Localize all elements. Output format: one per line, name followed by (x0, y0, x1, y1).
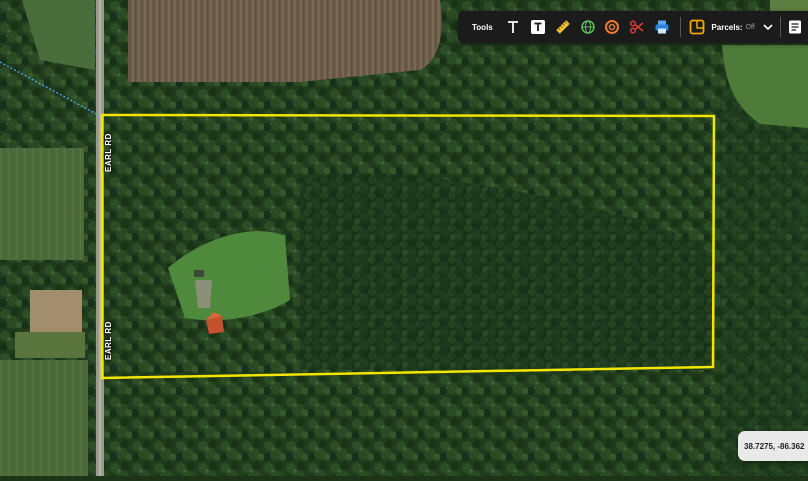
globe-tool-button[interactable] (576, 15, 600, 39)
toolbar-divider (680, 17, 681, 37)
coordinates-text: 38.7275, -86.362 (744, 442, 805, 451)
parcels-icon (689, 19, 705, 35)
map-imagery (0, 0, 808, 476)
text-box-icon (530, 19, 546, 35)
radius-tool-button[interactable] (601, 15, 625, 39)
globe-icon (580, 19, 596, 35)
parcels-toggle[interactable]: Parcels: Off (689, 19, 773, 35)
text-icon (505, 19, 521, 35)
chevron-down-icon (762, 21, 774, 33)
measure-tool-button[interactable] (551, 15, 575, 39)
scissors-icon (629, 19, 645, 35)
text-box-tool-button[interactable] (526, 15, 550, 39)
tools-label: Tools (472, 23, 493, 32)
report-icon (787, 19, 803, 35)
toolbar-divider (780, 17, 781, 37)
cut-tool-button[interactable] (625, 15, 649, 39)
ruler-icon (555, 19, 571, 35)
print-icon (654, 19, 670, 35)
road-label-earl-rd-north: EARL RD (104, 133, 113, 172)
print-button[interactable] (650, 15, 674, 39)
reports-button[interactable]: Re (787, 19, 808, 35)
text-tool-button[interactable] (501, 15, 525, 39)
radius-icon (604, 19, 620, 35)
satellite-map[interactable] (0, 0, 808, 476)
parcels-label: Parcels: (711, 23, 742, 32)
road-label-earl-rd-south: EARL RD (104, 321, 113, 360)
parcels-state: Off (746, 24, 755, 31)
map-toolbar: Tools (458, 11, 808, 43)
coordinates-readout: 38.7275, -86.362 (738, 431, 808, 461)
